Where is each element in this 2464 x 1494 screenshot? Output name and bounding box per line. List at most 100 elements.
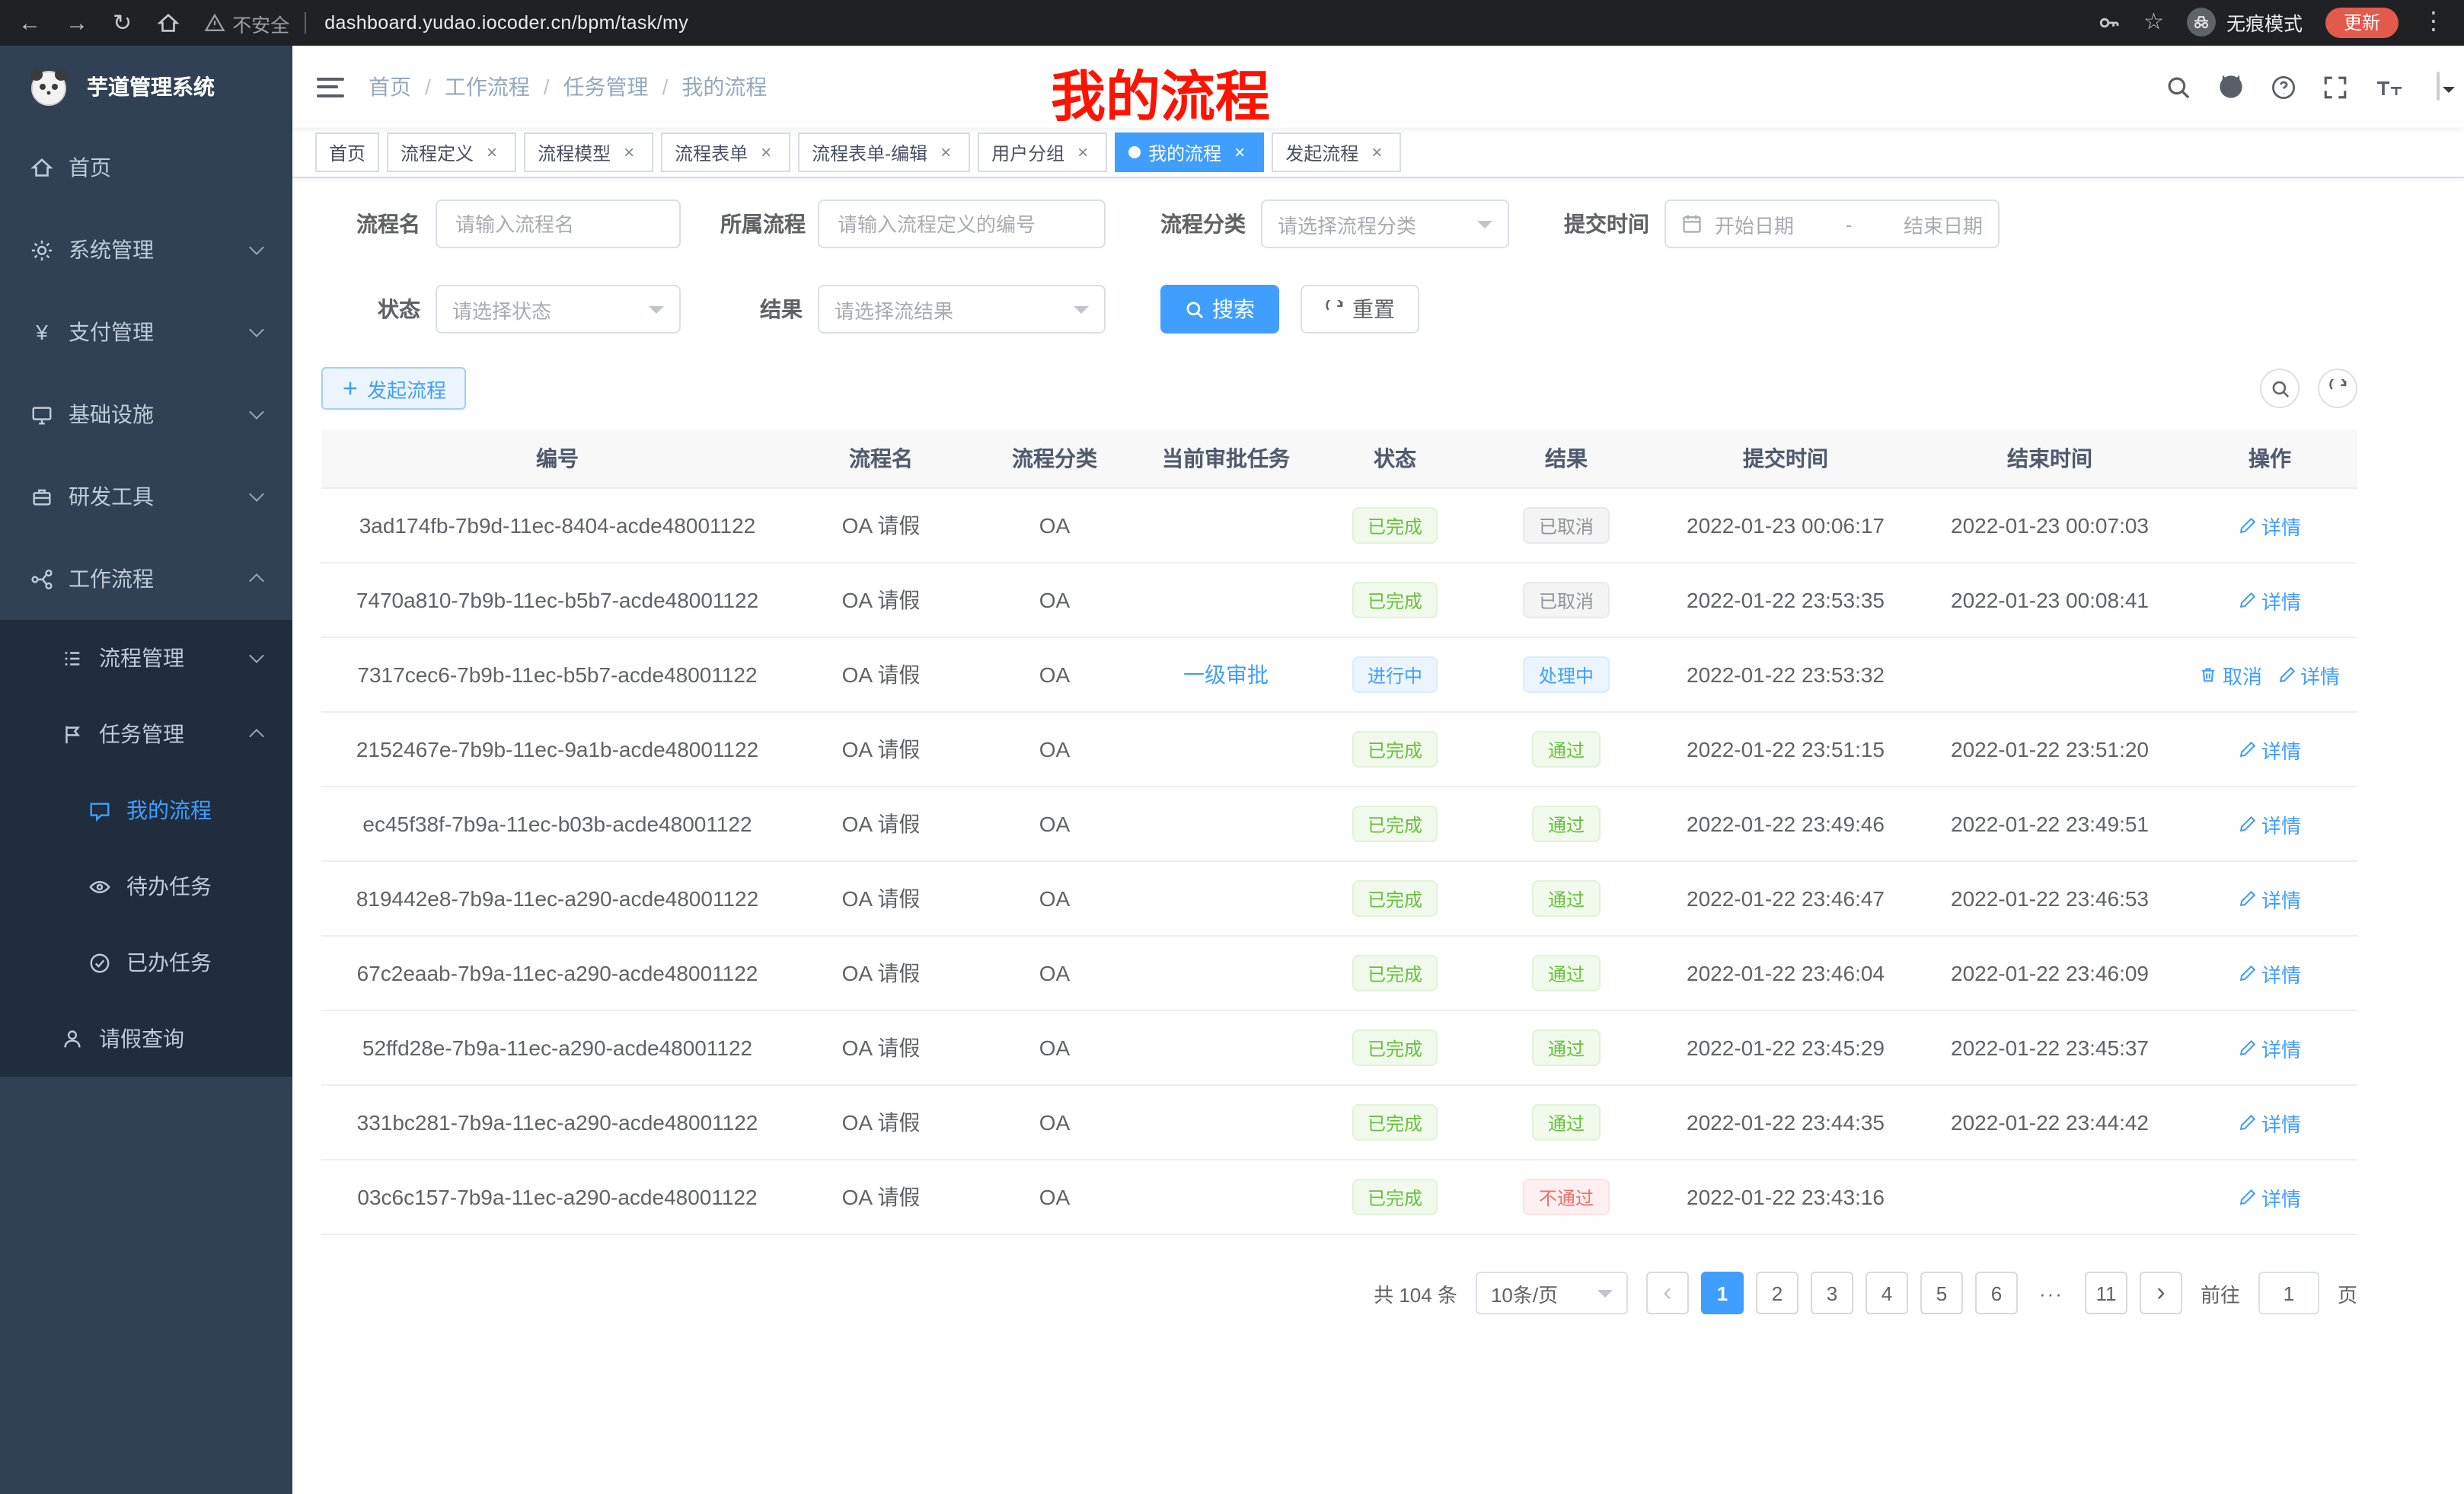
breadcrumb-link[interactable]: 任务管理 <box>563 72 649 102</box>
close-icon[interactable] <box>618 142 640 163</box>
help-icon[interactable] <box>2271 74 2296 100</box>
page-size-select[interactable]: 10条/页 <box>1476 1272 1628 1314</box>
sidebar-item-done-tasks[interactable]: 已办任务 <box>0 924 292 1001</box>
sidebar-item-home[interactable]: 首页 <box>0 126 292 209</box>
cell-actions: 取消 详情 <box>2182 637 2357 712</box>
view-tab[interactable]: 首页 <box>315 132 379 172</box>
sidebar-item-system[interactable]: 系统管理 <box>0 209 292 291</box>
monitor-icon <box>30 403 53 426</box>
sidebar-item-leave-query[interactable]: 请假查询 <box>0 1001 292 1077</box>
date-range-picker[interactable]: 开始日期 - 结束日期 <box>1664 200 2000 248</box>
create-process-button[interactable]: 发起流程 <box>321 367 466 410</box>
refresh-table-button[interactable] <box>2318 369 2357 408</box>
search-button[interactable]: 搜索 <box>1160 285 1279 334</box>
view-tab[interactable]: 流程表单 <box>661 132 790 172</box>
view-tab[interactable]: 流程定义 <box>387 132 516 172</box>
close-icon[interactable] <box>481 142 503 163</box>
start-date-placeholder[interactable]: 开始日期 <box>1715 209 1794 238</box>
detail-label: 详情 <box>2261 809 2301 838</box>
current-task-link[interactable]: 一级审批 <box>1183 662 1269 687</box>
breadcrumb-item[interactable]: 我的流程 <box>681 72 767 102</box>
detail-link[interactable]: 详情 <box>2239 809 2301 838</box>
page-number-button[interactable]: 3 <box>1811 1272 1853 1314</box>
font-size-icon[interactable] <box>2374 74 2405 100</box>
search-icon[interactable] <box>2166 74 2191 100</box>
toggle-search-button[interactable] <box>2260 369 2300 408</box>
sidebar-item-workflow[interactable]: 工作流程 <box>0 538 292 620</box>
column-header: 流程名 <box>793 429 969 488</box>
prev-page-button[interactable] <box>1646 1272 1689 1314</box>
view-tab[interactable]: 用户分组 <box>978 132 1107 172</box>
back-icon[interactable] <box>18 11 41 34</box>
edit-icon <box>2239 740 2257 758</box>
close-icon[interactable] <box>1229 142 1250 163</box>
forward-icon[interactable] <box>65 11 88 34</box>
detail-link[interactable]: 详情 <box>2239 1033 2301 1062</box>
view-tab[interactable]: 流程表单-编辑 <box>798 132 970 172</box>
url-text[interactable]: dashboard.yudao.iocoder.cn/bpm/task/my <box>305 12 688 34</box>
detail-link[interactable]: 详情 <box>2239 586 2301 615</box>
cell-current-task <box>1141 1160 1311 1234</box>
detail-link[interactable]: 详情 <box>2239 1183 2301 1211</box>
sidebar-item-payment[interactable]: ¥ 支付管理 <box>0 291 292 373</box>
view-tab[interactable]: 我的流程 <box>1115 132 1264 172</box>
status-select[interactable]: 请选择状态 <box>436 285 681 334</box>
sidebar-item-devtools[interactable]: 研发工具 <box>0 455 292 538</box>
address-bar[interactable]: 不安全 dashboard.yudao.iocoder.cn/bpm/task/… <box>203 8 2072 37</box>
user-avatar[interactable] <box>2437 73 2440 101</box>
result-select[interactable]: 请选择流结果 <box>818 285 1106 334</box>
close-icon[interactable] <box>755 142 777 163</box>
menu-dots-icon[interactable] <box>2421 11 2446 35</box>
github-icon[interactable] <box>2217 73 2245 101</box>
detail-link[interactable]: 详情 <box>2239 511 2301 540</box>
detail-link[interactable]: 详情 <box>2277 660 2340 689</box>
update-button[interactable]: 更新 <box>2325 8 2399 39</box>
breadcrumb-link[interactable]: 工作流程 <box>445 72 530 102</box>
sidebar-item-my-process[interactable]: 我的流程 <box>0 772 292 848</box>
view-tab[interactable]: 发起流程 <box>1272 132 1401 172</box>
breadcrumb-item[interactable]: 首页 / <box>369 72 431 102</box>
sidebar-item-todo-tasks[interactable]: 待办任务 <box>0 848 292 924</box>
cell-submit-time: 2022-01-23 00:06:17 <box>1654 488 1917 563</box>
sidebar-item-infrastructure[interactable]: 基础设施 <box>0 373 292 455</box>
cell-process-name: OA 请假 <box>793 637 969 712</box>
close-icon[interactable] <box>1072 142 1093 163</box>
cell-process-id: 03c6c157-7b9a-11ec-a290-acde48001122 <box>321 1160 793 1234</box>
process-definition-input[interactable] <box>818 200 1106 248</box>
view-tab[interactable]: 流程模型 <box>524 132 653 172</box>
process-name-input[interactable] <box>436 200 681 248</box>
cancel-link[interactable]: 取消 <box>2200 660 2262 689</box>
password-key-icon[interactable] <box>2096 11 2121 35</box>
breadcrumb-link[interactable]: 首页 <box>369 72 411 102</box>
bookmark-star-icon[interactable] <box>2143 11 2164 34</box>
security-warning[interactable]: 不安全 <box>203 8 289 37</box>
sidebar-item-task-management[interactable]: 任务管理 <box>0 696 292 772</box>
detail-label: 详情 <box>2261 511 2301 540</box>
detail-link[interactable]: 详情 <box>2239 735 2301 764</box>
page-number-button[interactable]: 2 <box>1756 1272 1799 1314</box>
home-icon[interactable] <box>156 11 179 34</box>
close-icon[interactable] <box>1366 142 1387 163</box>
breadcrumb-item[interactable]: 工作流程 / <box>445 72 550 102</box>
breadcrumb-link[interactable]: 我的流程 <box>681 72 767 102</box>
sidebar-item-process-management[interactable]: 流程管理 <box>0 620 292 696</box>
end-date-placeholder[interactable]: 结束日期 <box>1904 209 1983 238</box>
detail-link[interactable]: 详情 <box>2239 1108 2301 1137</box>
goto-page-input[interactable] <box>2258 1272 2319 1314</box>
page-number-button[interactable]: 5 <box>1920 1272 1963 1314</box>
page-number-button[interactable]: 11 <box>2085 1272 2127 1314</box>
detail-link[interactable]: 详情 <box>2239 884 2301 913</box>
detail-link[interactable]: 详情 <box>2239 959 2301 988</box>
next-page-button[interactable] <box>2140 1272 2182 1314</box>
reload-icon[interactable] <box>113 11 132 34</box>
page-number-button[interactable]: 4 <box>1866 1272 1908 1314</box>
fullscreen-icon[interactable] <box>2322 74 2348 100</box>
close-icon[interactable] <box>935 142 956 163</box>
category-select[interactable]: 请选择流程分类 <box>1261 200 1509 248</box>
hamburger-icon[interactable] <box>317 77 344 97</box>
page-number-button[interactable]: 6 <box>1975 1272 2018 1314</box>
reset-button[interactable]: 重置 <box>1301 285 1419 334</box>
page-number-button[interactable]: ··· <box>2030 1272 2073 1314</box>
breadcrumb-item[interactable]: 任务管理 / <box>563 72 669 102</box>
page-number-button[interactable]: 1 <box>1701 1272 1744 1314</box>
